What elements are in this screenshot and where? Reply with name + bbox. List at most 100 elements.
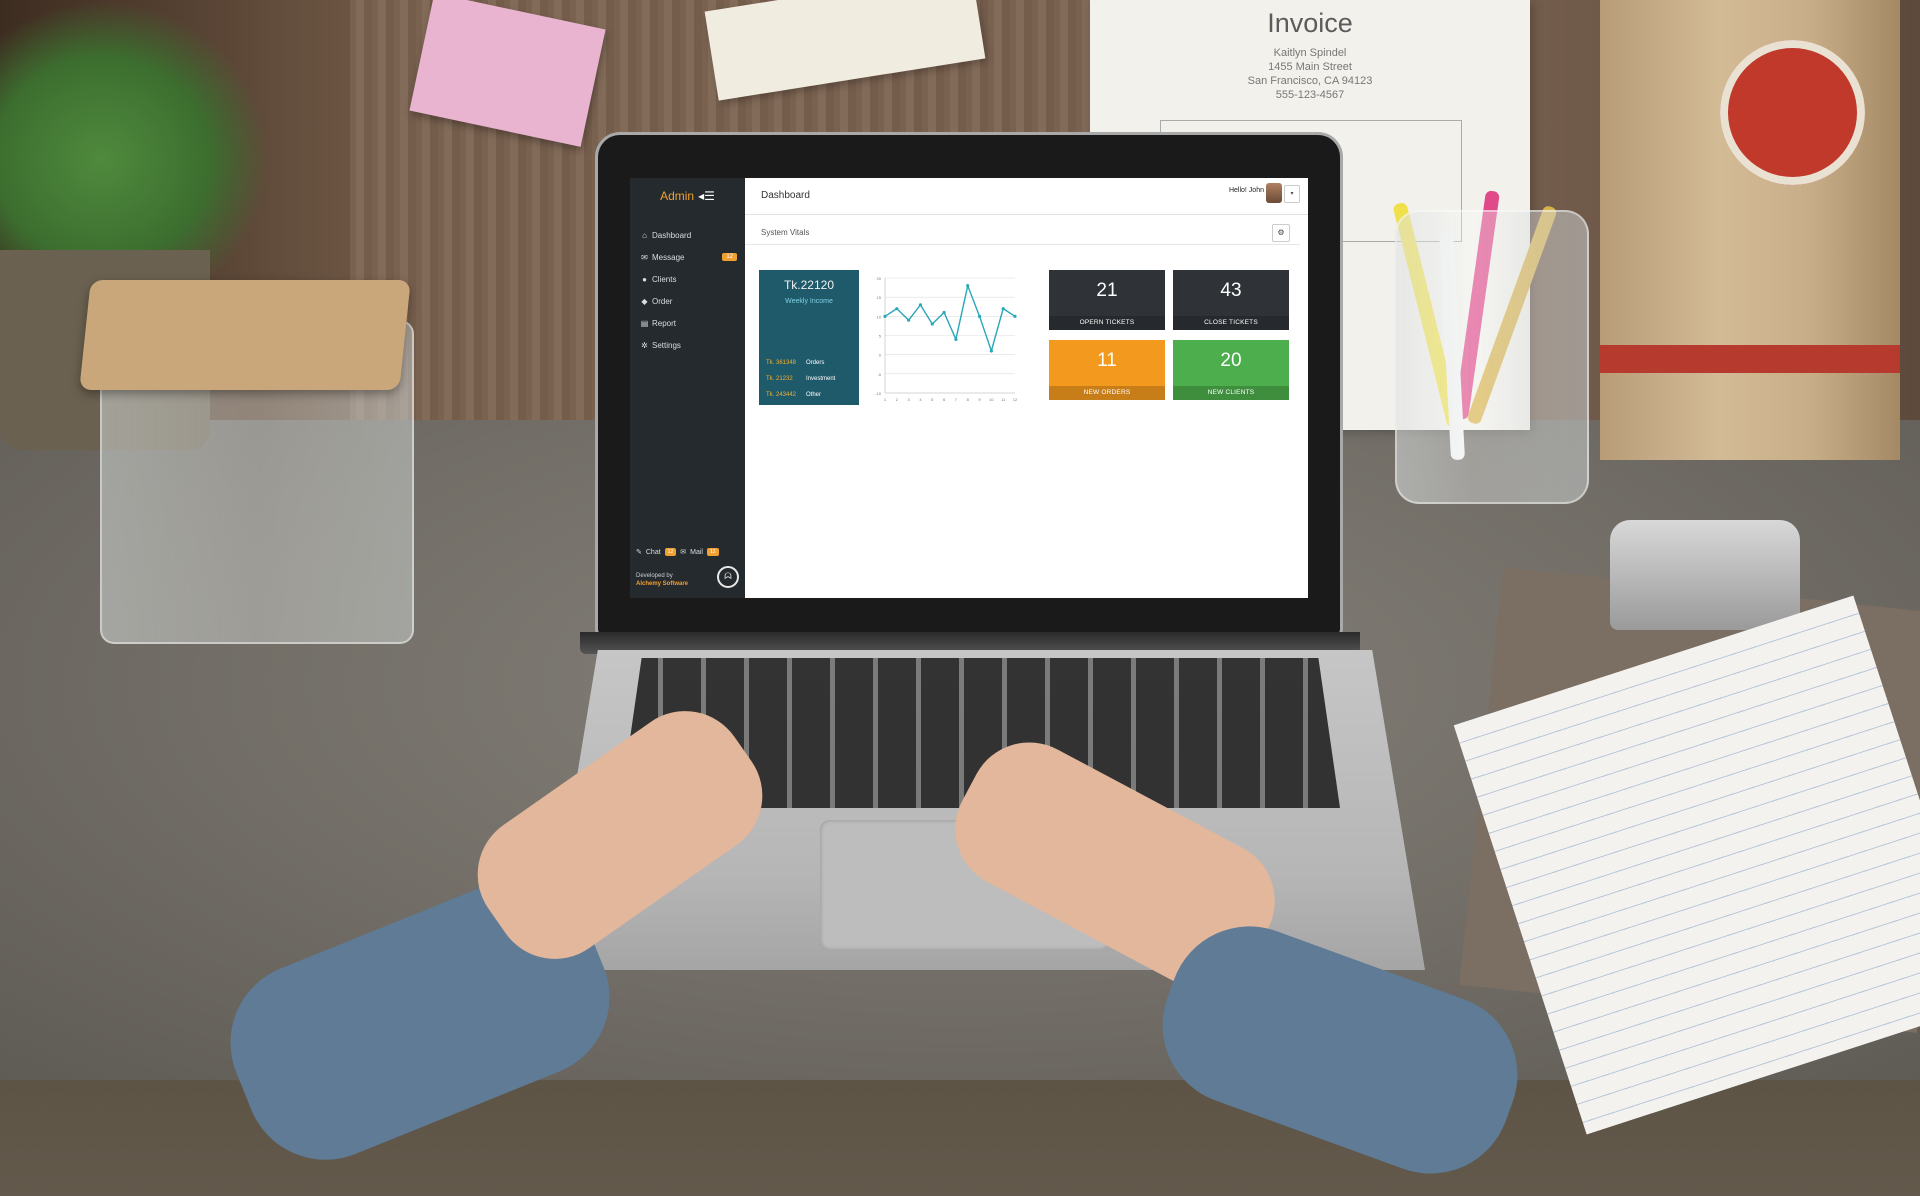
report-icon: ▤ [640,318,649,328]
chart-y-tick-label: 5 [879,334,882,339]
income-row-value: Tk. 21232 [766,376,793,382]
clipboard-clip [1610,520,1800,630]
mail-icon: ✉ [680,549,687,556]
new-orders-tile[interactable]: 11 NEW ORDERS [1049,340,1165,400]
sidebar-item-label: Settings [652,340,681,350]
chart-y-tick-label: 0 [879,353,882,358]
income-caption: Weekly Income [785,298,833,305]
chart-x-tick-label: 8 [967,397,970,402]
chart-data-point [883,314,887,318]
panel-header: System Vitals ⚙ [745,222,1300,245]
pen-jar [1395,210,1589,504]
chart-data-point [1013,314,1017,318]
sidebar-item-label: Clients [652,274,677,284]
tile-value: 43 [1220,280,1242,301]
chart-y-tick-label: -10 [875,391,882,396]
income-breakdown: Tk. 361348 Orders Tk. 21232 Investment Tk.… [766,355,835,403]
chart-x-tick-label: 9 [978,397,981,402]
tile-label: NEW ORDERS [1083,389,1131,396]
tile-label: OPERN TICKETS [1079,319,1135,326]
developer-credit: Developed by Alchemy Software [636,572,688,588]
chat-link[interactable]: Chat [646,549,661,556]
chart-data-point [895,307,899,311]
income-row: Tk. 361348 Orders [766,355,835,371]
bag-band [1600,345,1900,373]
chart-x-tick-label: 1 [884,397,887,402]
chart-y-tick-label: 15 [877,295,882,300]
sidebar-item-label: Report [652,318,677,328]
tile-label: CLOSE TICKETS [1204,319,1258,326]
chart-data-point [966,284,970,288]
brand-label: Admin [660,189,695,203]
wooden-lid [79,280,411,390]
mail-count-badge: 12 [706,548,719,556]
sidebar-item-settings[interactable]: ✲ Settings [630,334,745,356]
open-tickets-tile[interactable]: 21 OPERN TICKETS [1049,270,1165,330]
chart-x-tick-label: 6 [943,397,946,402]
panel-title: System Vitals [761,228,810,237]
income-amount: Tk.22120 [783,278,835,292]
user-menu-caret-icon[interactable]: ▾ [1284,185,1300,203]
chart-x-tick-label: 3 [908,397,911,402]
chart-x-tick-label: 4 [919,397,922,402]
chart-y-tick-label: 20 [877,276,882,281]
gear-icon: ✲ [641,340,648,350]
sidebar-item-order[interactable]: ◆ Order [630,290,745,312]
income-row-label: Other [806,392,822,398]
message-count-badge: 12 [722,253,737,261]
chart-x-tick-label: 5 [931,397,934,402]
income-row: Tk. 21232 Investment [766,371,835,387]
menu-toggle-icon[interactable]: ◂☰ [698,189,715,203]
chart-x-tick-label: 11 [1001,397,1006,402]
chart-data-point [942,310,946,315]
sidebar-item-clients[interactable]: ● Clients [630,268,745,290]
chart-x-tick-label: 2 [896,397,899,402]
avatar[interactable] [1266,183,1282,203]
tile-label: NEW CLIENTS [1207,389,1255,396]
sidebar-item-report[interactable]: ▤ Report [630,312,745,334]
brand[interactable]: Admin ◂☰ [630,178,745,214]
income-row-value: Tk. 243442 [766,392,797,398]
new-clients-tile[interactable]: 20 NEW CLIENTS [1173,340,1289,400]
chart-data-point [954,337,958,341]
sidebar: Admin ◂☰ ⌂ Dashboard ✉ Message 12 ● Clie… [630,178,745,598]
chart-x-tick-label: 10 [989,397,994,402]
envelope-icon: ✉ [641,252,648,262]
sidebar-nav: ⌂ Dashboard ✉ Message 12 ● Clients ◆ Ord… [630,224,745,356]
income-row-label: Investment [806,376,836,382]
chart-series-line [884,283,1016,354]
sidebar-item-message[interactable]: ✉ Message 12 [630,246,745,268]
bag-seal-logo [1720,40,1865,185]
invoice-title: Invoice [1267,8,1353,38]
dashboard-screen: Admin ◂☰ ⌂ Dashboard ✉ Message 12 ● Clie… [630,178,1308,598]
home-icon: ⌂ [642,230,647,240]
developer-company[interactable]: Alchemy Software [636,580,688,588]
close-tickets-tile[interactable]: 43 CLOSE TICKETS [1173,270,1289,330]
chat-icon: ✎ [636,549,642,556]
sidebar-item-label: Order [652,296,673,306]
chat-count-badge: 12 [664,548,677,556]
vitals-line-chart: -10-5051015201 2 3 4 5 6 7 8 9 10 11 12 [875,276,1018,402]
income-row-value: Tk. 361348 [766,360,797,366]
weekly-income-card: Tk.22120 Weekly Income Tk. 361348 Orders … [759,270,859,405]
page-title: Dashboard [761,190,810,201]
tile-value: 11 [1097,350,1117,371]
developer-prefix: Developed by [636,573,673,579]
sidebar-footer-links: ✎ Chat 12 ✉ Mail 12 [630,542,745,562]
chart-y-tick-label: 10 [877,314,882,319]
tile-value: 21 [1096,280,1118,301]
invoice-address: Kaitlyn Spindel 1455 Main Street San Fra… [1247,47,1373,101]
chart-data-point [989,349,993,353]
plant [0,0,270,290]
mail-link[interactable]: Mail [690,549,703,556]
sidebar-item-label: Dashboard [652,230,692,240]
tag-icon: ◆ [641,296,648,306]
chart-data-point [930,322,934,326]
panel-settings-icon[interactable]: ⚙ [1272,224,1290,242]
developer-logo-icon: ᗣ [717,566,739,588]
income-row-label: Orders [806,360,825,366]
chart-data-point [1001,307,1005,311]
chart-data-point [977,314,982,318]
sidebar-item-dashboard[interactable]: ⌂ Dashboard [630,224,745,246]
tile-value: 20 [1220,350,1242,371]
